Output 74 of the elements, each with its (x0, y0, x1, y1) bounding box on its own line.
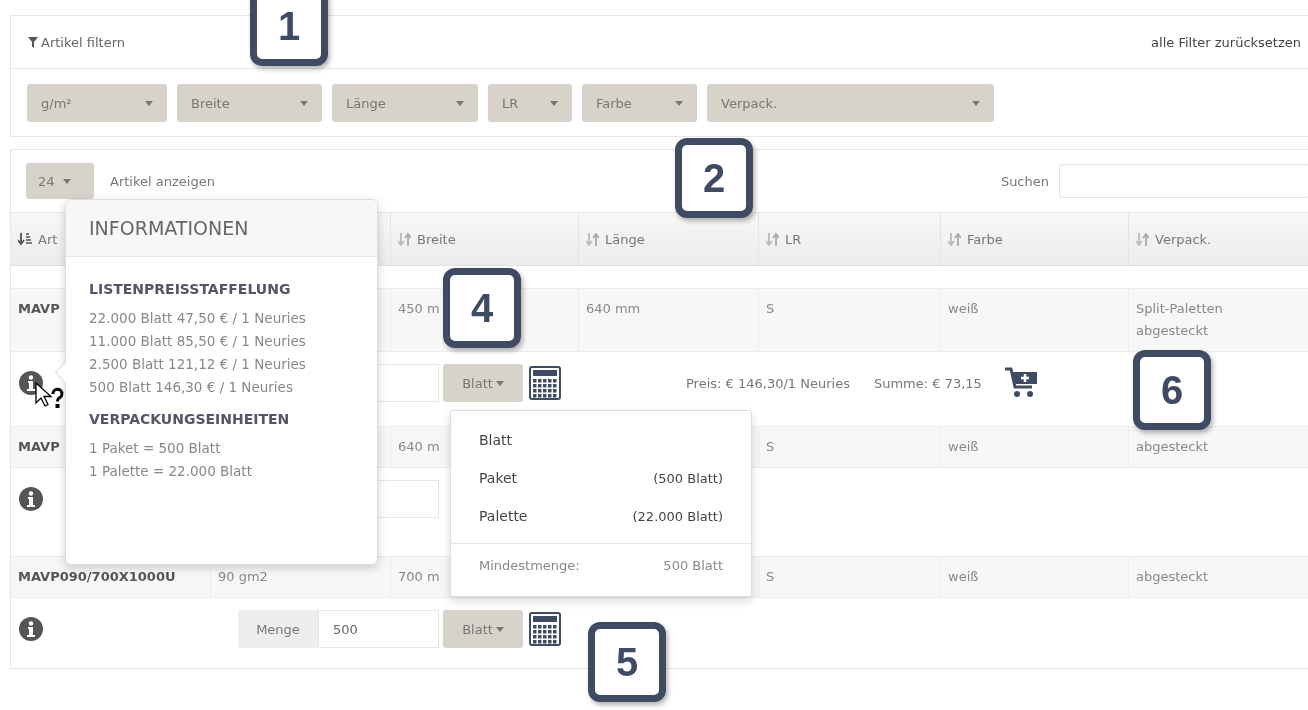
column-header[interactable]: Länge (605, 231, 645, 247)
filter-dropdown[interactable]: Breite (177, 84, 322, 122)
unit-dropdown-button[interactable]: Blatt (443, 610, 523, 648)
table-cell-text: MAVP (18, 438, 60, 456)
column-header[interactable]: Verpack. (1155, 231, 1212, 247)
popover-title: INFORMATIONEN (89, 217, 249, 239)
page-size-dropdown[interactable]: 24 (26, 163, 94, 199)
calculator-icon[interactable] (529, 366, 561, 400)
search-label: Suchen (1000, 173, 1049, 189)
column-header[interactable]: LR (785, 231, 802, 247)
caret-icon (145, 100, 153, 106)
info-line: 500 Blatt 146,30 € / 1 Neuries (89, 378, 294, 397)
info-line: 1 Paket = 500 Blatt (89, 439, 222, 458)
filter-dropdown[interactable]: Farbe (582, 84, 697, 122)
add-to-cart-icon[interactable] (1003, 367, 1038, 399)
search-field[interactable] (1059, 164, 1308, 198)
table-cell-text: 700 m (398, 568, 440, 586)
table-cell-text: weiß (948, 568, 979, 586)
column-header[interactable]: Breite (417, 231, 456, 247)
filter-dropdown[interactable]: g/m² (27, 84, 167, 122)
quantity-label: Menge (238, 610, 318, 648)
caret-icon (972, 100, 980, 106)
table-cell-text: Split-Paletten abgesteckt (1136, 300, 1224, 340)
table-cell-text: 90 gm2 (218, 568, 268, 586)
calculator-icon[interactable] (529, 612, 561, 646)
info-line: 1 Palette = 22.000 Blatt (89, 462, 253, 481)
caret-icon (62, 178, 71, 184)
menu-item[interactable]: Paket (500 Blatt) (451, 459, 751, 497)
filter-dropdown[interactable]: Verpack. (707, 84, 994, 122)
table-cell-text: weiß (948, 300, 979, 318)
minimum-value: 500 Blatt (663, 558, 723, 573)
callout-number: 2 (675, 138, 753, 218)
quantity-field[interactable]: 500 (318, 610, 439, 648)
menu-item[interactable]: Blatt (451, 421, 751, 459)
table-cell-text: weiß (948, 438, 979, 456)
table-cell-text: 640 m (398, 438, 440, 456)
menu-item[interactable]: Palette (22.000 Blatt) (451, 497, 751, 535)
unit-dropdown-button[interactable]: Blatt (443, 364, 523, 402)
info-icon[interactable] (19, 617, 43, 641)
info-line: 2.500 Blatt 121,12 € / 1 Neuries (89, 355, 307, 374)
filter-icon (28, 36, 38, 48)
column-header[interactable]: Art (38, 231, 58, 247)
callout-number: 1 (250, 0, 328, 66)
table-cell-text: 640 mm (586, 300, 641, 318)
sum-total: Summe: € 73,15 (873, 375, 982, 391)
callout-number: 4 (443, 268, 521, 348)
unit-price: Preis: € 146,30/1 Neuries (686, 375, 850, 391)
callout-number: 5 (588, 622, 666, 702)
section-heading: VERPACKUNGSEINHEITEN (89, 411, 291, 427)
column-header[interactable]: Farbe (967, 231, 1003, 247)
info-line: 22.000 Blatt 47,50 € / 1 Neuries (89, 309, 307, 328)
table-cell-text: abgesteckt (1136, 438, 1209, 456)
caret-icon (300, 100, 308, 106)
info-icon[interactable] (19, 487, 43, 511)
filter-title: Artikel filtern (28, 34, 125, 50)
table-cell-text: MAVP (18, 300, 60, 318)
caret-icon (456, 100, 464, 106)
table-cell-text: MAVP090/700X1000U (18, 568, 176, 586)
callout-number: 6 (1133, 350, 1211, 430)
sort-icon[interactable] (18, 232, 32, 246)
table-cell-text: S (766, 300, 775, 318)
table-cell-text: abgesteckt (1136, 568, 1209, 586)
minimum-label: Mindestmenge: (479, 558, 580, 573)
reset-filters-link[interactable]: alle Filter zurücksetzen (1151, 34, 1301, 50)
page-size-label: Artikel anzeigen (110, 173, 215, 189)
table-cell-text: S (766, 568, 775, 586)
info-line: 11.000 Blatt 85,50 € / 1 Neuries (89, 332, 307, 351)
caret-icon (675, 100, 683, 106)
filter-dropdown[interactable]: Länge (332, 84, 478, 122)
section-heading: LISTENPREISSTAFFELUNG (89, 281, 292, 297)
table-cell-text: 450 m (398, 300, 440, 318)
table-cell-text: S (766, 438, 775, 456)
caret-icon (550, 100, 558, 106)
filter-dropdown[interactable]: LR (488, 84, 572, 122)
